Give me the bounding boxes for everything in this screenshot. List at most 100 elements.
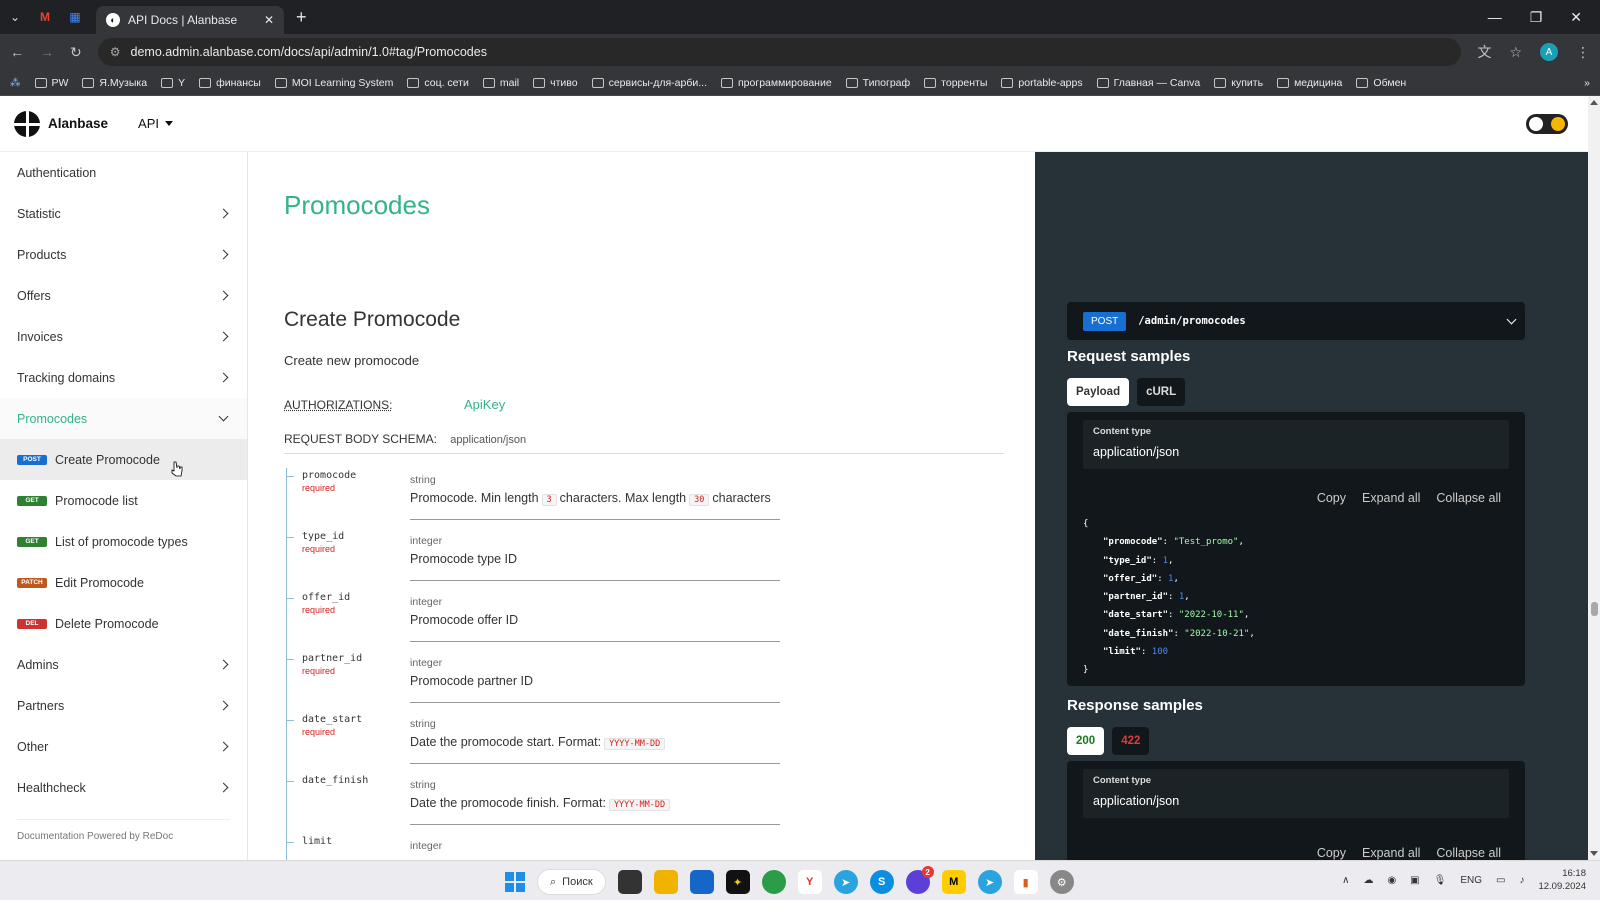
bookmark-item[interactable]: Главная — Canva (1096, 77, 1200, 89)
tab-list-icon[interactable]: ⌄ (0, 0, 30, 34)
api-menu[interactable]: API (138, 116, 173, 131)
api-key-link[interactable]: ApiKey (464, 397, 505, 412)
tray-expand-icon[interactable]: ∧ (1342, 875, 1349, 886)
bookmark-item[interactable]: купить (1214, 77, 1263, 89)
browser-menu-icon[interactable]: ⋮ (1576, 44, 1590, 61)
bookmark-item[interactable]: MOI Learning System (274, 77, 393, 89)
bookmark-item[interactable]: сервисы-для-арби... (591, 77, 707, 89)
response-copy-button[interactable]: Copy (1317, 846, 1346, 860)
sidebar-operation[interactable]: GET Promocode list (0, 480, 247, 521)
bookmark-item[interactable]: торренты (924, 77, 987, 89)
sidebar-item[interactable]: Other (0, 726, 247, 767)
page-scrollbar[interactable] (1588, 96, 1600, 860)
telegram-2-icon[interactable]: ➤ (977, 870, 1002, 894)
bookmark-item[interactable]: чтиво (533, 77, 578, 89)
sidebar-item[interactable]: Admins (0, 644, 247, 685)
sidebar-item[interactable]: Authentication (0, 152, 247, 193)
app-star-icon[interactable]: ✦ (725, 870, 750, 894)
taskbar-search[interactable]: ⌕ Поиск (537, 869, 606, 895)
sidebar-item[interactable]: Offers (0, 275, 247, 316)
calendar-tab-icon[interactable]: ▦ (60, 0, 90, 34)
forward-icon[interactable]: → (40, 44, 54, 60)
site-info-icon[interactable]: ⚙ (110, 45, 121, 59)
content-type-value[interactable]: application/json (1093, 445, 1499, 459)
office-icon[interactable]: ▮ (1013, 870, 1038, 894)
bookmark-item[interactable]: финансы (199, 77, 261, 89)
sidebar-operation[interactable]: PATCH Edit Promocode (0, 562, 247, 603)
response-collapse-all-button[interactable]: Collapse all (1436, 846, 1501, 860)
sidebar-item[interactable]: Tracking domains (0, 357, 247, 398)
new-tab-icon[interactable]: + (296, 7, 307, 28)
store-icon[interactable] (689, 870, 714, 894)
tab-payload[interactable]: Payload (1067, 378, 1130, 406)
sidebar-operation[interactable]: GET List of promocode types (0, 521, 247, 562)
task-view-icon[interactable] (617, 870, 642, 894)
miro-icon[interactable]: M (941, 870, 966, 894)
expand-all-button[interactable]: Expand all (1362, 491, 1420, 505)
collapse-all-button[interactable]: Collapse all (1436, 491, 1501, 505)
copy-button[interactable]: Copy (1317, 491, 1346, 505)
theme-toggle[interactable] (1526, 114, 1568, 134)
bookmark-item[interactable]: portable-apps (1001, 77, 1083, 89)
response-expand-all-button[interactable]: Expand all (1362, 846, 1420, 860)
close-window-icon[interactable]: ✕ (1570, 9, 1582, 26)
sidebar-item-promocodes[interactable]: Promocodes (0, 398, 247, 439)
bookmark-item[interactable]: Я.Музыка (82, 77, 147, 89)
translate-icon[interactable]: 文 (1477, 42, 1491, 62)
language-indicator[interactable]: ENG (1460, 875, 1482, 886)
sidebar-operation[interactable]: POST Create Promocode (0, 439, 247, 480)
more-bookmarks-icon[interactable]: » (1584, 77, 1590, 89)
tab-curl[interactable]: cURL (1137, 378, 1186, 406)
tray-cloud-icon[interactable]: ☁ (1363, 875, 1373, 886)
windows-start-icon[interactable] (505, 872, 525, 892)
bookmark-item[interactable]: программирование (721, 77, 832, 89)
bookmark-item[interactable]: Y (161, 77, 185, 89)
sidebar-item[interactable]: Statistic (0, 193, 247, 234)
back-icon[interactable]: ← (10, 44, 24, 60)
network-icon[interactable]: ▭ (1496, 875, 1505, 886)
messenger-icon[interactable]: 2 (905, 866, 934, 894)
bookmark-item[interactable]: mail (482, 77, 519, 89)
tray-app-icon[interactable]: ▣ (1410, 875, 1419, 886)
sidebar-item[interactable]: Products (0, 234, 247, 275)
sidebar-item[interactable]: Invoices (0, 316, 247, 357)
tab-response-200[interactable]: 200 (1067, 727, 1105, 755)
bookmark-item[interactable]: соц. сети (407, 77, 469, 89)
telegram-icon[interactable]: ➤ (833, 870, 858, 894)
scroll-down-icon[interactable] (1590, 851, 1598, 856)
settings-gear-icon[interactable]: ⚙ (1049, 870, 1074, 894)
url-field[interactable]: ⚙ demo.admin.alanbase.com/docs/api/admin… (97, 38, 1462, 66)
sidebar-footer[interactable]: Documentation Powered by ReDoc (17, 831, 173, 842)
bookmark-item[interactable]: Обмен (1356, 77, 1406, 89)
bookmark-item[interactable]: медицина (1277, 77, 1342, 89)
tray-chrome-icon[interactable]: ◉ (1387, 875, 1396, 886)
scroll-thumb[interactable] (1591, 602, 1598, 616)
profile-avatar[interactable]: A (1540, 43, 1558, 61)
apps-icon[interactable]: ⁂ (10, 77, 21, 89)
logo-text[interactable]: Alanbase (48, 116, 108, 131)
reload-icon[interactable]: ↻ (70, 44, 82, 61)
skype-icon[interactable]: S (869, 870, 894, 894)
bookmark-item[interactable]: PW (34, 77, 68, 89)
microphone-icon[interactable]: 🎙 (1434, 875, 1447, 886)
scroll-up-icon[interactable] (1590, 100, 1598, 105)
sidebar-item[interactable]: Healthcheck (0, 767, 247, 808)
file-explorer-icon[interactable] (653, 870, 678, 894)
restore-icon[interactable]: ❐ (1530, 9, 1543, 26)
minimize-icon[interactable]: — (1488, 9, 1502, 26)
volume-icon[interactable]: ♪ (1519, 875, 1524, 886)
endpoint-bar[interactable]: POST /admin/promocodes (1067, 302, 1525, 340)
response-content-type-value[interactable]: application/json (1093, 794, 1499, 808)
close-tab-icon[interactable]: ✕ (264, 13, 274, 27)
system-clock[interactable]: 16:18 12.09.2024 (1538, 867, 1586, 893)
sidebar-item[interactable]: Partners (0, 685, 247, 726)
chrome-icon[interactable] (761, 870, 786, 894)
tab-response-422[interactable]: 422 (1112, 727, 1150, 755)
bookmark-item[interactable]: Типограф (845, 77, 910, 89)
yandex-icon[interactable]: Y (797, 870, 822, 894)
bookmark-star-icon[interactable]: ☆ (1509, 44, 1522, 61)
alanbase-logo-icon[interactable] (14, 110, 40, 137)
gmail-tab-icon[interactable]: M (30, 0, 60, 34)
active-tab[interactable]: ◐ API Docs | Alanbase ✕ (96, 6, 284, 34)
sidebar-operation[interactable]: DEL Delete Promocode (0, 603, 247, 644)
